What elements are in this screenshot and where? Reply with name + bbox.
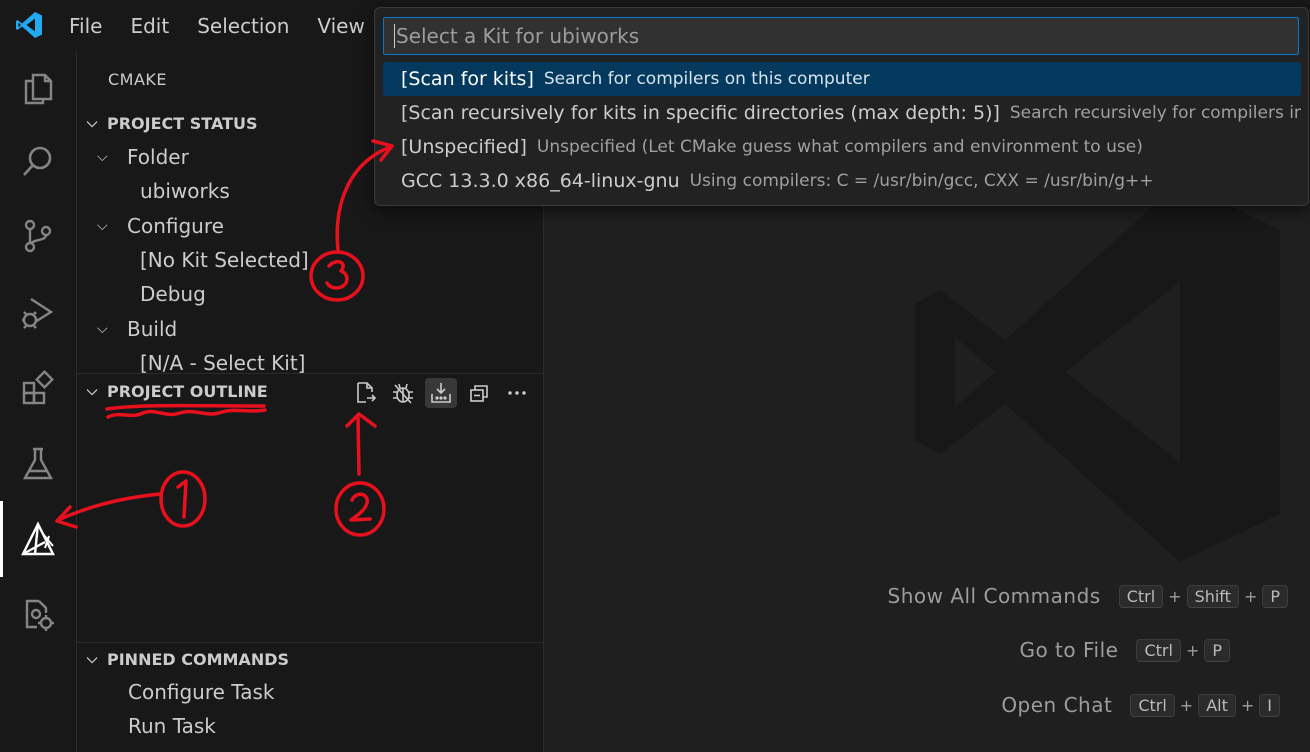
kit-option-description: Search for compilers on this computer bbox=[543, 69, 870, 89]
tree-item-configure[interactable]: ⌵ Configure bbox=[97, 209, 224, 243]
pinned-item-label: Configure Task bbox=[128, 680, 275, 704]
key-cap: I bbox=[1259, 693, 1280, 717]
menu-file[interactable]: File bbox=[55, 14, 116, 38]
build-label: Build bbox=[127, 317, 178, 341]
source-control-icon[interactable] bbox=[18, 216, 58, 256]
configure-label: Configure bbox=[127, 214, 224, 238]
kit-option-scan[interactable]: [Scan for kits] Search for compilers on … bbox=[383, 62, 1301, 96]
kit-search-placeholder: Select a Kit for ubiworks bbox=[396, 24, 640, 48]
text-caret bbox=[394, 24, 395, 48]
chevron-down-icon: ⌵ bbox=[86, 115, 98, 131]
shortcut-go-to-file: Go to File Ctrl + P bbox=[1019, 638, 1230, 662]
kit-option-description: Unspecified (Let CMake guess what compil… bbox=[536, 137, 1143, 157]
shortcut-label: Show All Commands bbox=[887, 584, 1101, 608]
collapse-all-button[interactable] bbox=[463, 378, 495, 408]
clean-reconfigure-button[interactable] bbox=[387, 378, 419, 408]
kit-option-label: [Scan for kits] bbox=[401, 68, 534, 90]
configure-all-button[interactable] bbox=[349, 378, 381, 408]
kit-quick-pick: Select a Kit for ubiworks [Scan for kits… bbox=[374, 7, 1309, 206]
project-status-title: PROJECT STATUS bbox=[107, 113, 258, 133]
pinned-commands-header[interactable]: ⌵ PINNED COMMANDS bbox=[77, 644, 544, 674]
shortcut-show-all-commands: Show All Commands Ctrl + Shift + P bbox=[887, 584, 1288, 608]
tree-item-build-target[interactable]: [N/A - Select Kit] bbox=[140, 346, 306, 380]
build-value: [N/A - Select Kit] bbox=[140, 351, 306, 375]
vscode-logo-icon bbox=[16, 12, 42, 38]
kit-option-description: Using compilers: C = /usr/bin/gcc, CXX =… bbox=[689, 171, 1154, 191]
cmake-icon[interactable] bbox=[18, 519, 58, 559]
outline-toolbar bbox=[349, 378, 533, 408]
key-cap: Ctrl bbox=[1118, 584, 1164, 608]
pinned-item-run-task[interactable]: Run Task bbox=[128, 709, 216, 743]
key-cap: Ctrl bbox=[1136, 638, 1181, 662]
plus-sign: + bbox=[1240, 695, 1255, 715]
kit-option-scan-recursive[interactable]: [Scan recursively for kits in specific d… bbox=[383, 96, 1301, 130]
kit-option-unspecified[interactable]: [Unspecified] Unspecified (Let CMake gue… bbox=[383, 130, 1301, 164]
tree-item-build[interactable]: ⌵ Build bbox=[97, 312, 177, 346]
run-debug-icon[interactable] bbox=[18, 292, 58, 332]
search-icon[interactable] bbox=[18, 142, 58, 182]
collapse-all-icon bbox=[470, 385, 488, 402]
shortcut-open-chat: Open Chat Ctrl + Alt + I bbox=[1001, 693, 1280, 717]
plus-sign: + bbox=[1179, 695, 1194, 715]
build-download-icon bbox=[431, 383, 451, 403]
bug-icon bbox=[393, 383, 413, 404]
key-cap: P bbox=[1204, 638, 1230, 662]
plus-sign: + bbox=[1243, 586, 1258, 606]
menu-view[interactable]: View bbox=[303, 14, 378, 38]
explorer-icon[interactable] bbox=[18, 68, 58, 108]
menu-selection[interactable]: Selection bbox=[183, 14, 303, 38]
section-divider bbox=[77, 642, 544, 643]
vscode-watermark-icon bbox=[915, 182, 1280, 562]
kit-option-label: GCC 13.3.0 x86_64-linux-gnu bbox=[401, 170, 680, 192]
tree-item-folder[interactable]: ⌵ Folder bbox=[97, 140, 189, 174]
menu-bar: File Edit Selection View bbox=[55, 0, 379, 52]
plus-sign: + bbox=[1168, 586, 1182, 606]
chevron-down-icon: ⌵ bbox=[97, 218, 108, 234]
remote-settings-icon[interactable] bbox=[18, 594, 58, 634]
pinned-item-label: Run Task bbox=[128, 714, 216, 738]
shortcut-label: Open Chat bbox=[1001, 693, 1113, 717]
kit-option-gcc[interactable]: GCC 13.3.0 x86_64-linux-gnu Using compil… bbox=[383, 164, 1301, 198]
pinned-item-configure-task[interactable]: Configure Task bbox=[128, 675, 274, 709]
section-divider bbox=[77, 373, 544, 374]
menu-edit[interactable]: Edit bbox=[116, 14, 183, 38]
tree-item-kit[interactable]: [No Kit Selected] bbox=[140, 243, 309, 277]
chevron-down-icon: ⌵ bbox=[86, 383, 98, 399]
key-cap: Ctrl bbox=[1130, 693, 1175, 717]
sidebar-title: CMAKE bbox=[108, 70, 168, 89]
shortcut-label: Go to File bbox=[1019, 638, 1119, 662]
tree-item-folder-value[interactable]: ubiworks bbox=[140, 174, 230, 208]
key-cap: Shift bbox=[1186, 584, 1239, 608]
folder-label: Folder bbox=[127, 145, 189, 169]
active-indicator bbox=[0, 501, 3, 577]
chevron-down-icon: ⌵ bbox=[97, 149, 108, 165]
kit-option-label: [Scan recursively for kits in specific d… bbox=[401, 102, 1000, 124]
kit-option-label: [Unspecified] bbox=[401, 136, 527, 158]
folder-value: ubiworks bbox=[140, 179, 230, 203]
kit-search-input[interactable]: Select a Kit for ubiworks bbox=[383, 17, 1299, 55]
extensions-icon[interactable] bbox=[18, 368, 58, 408]
project-outline-title: PROJECT OUTLINE bbox=[107, 381, 268, 401]
key-cap: P bbox=[1262, 584, 1288, 608]
tree-item-variant[interactable]: Debug bbox=[140, 277, 206, 311]
testing-icon[interactable] bbox=[18, 444, 58, 484]
pinned-commands-title: PINNED COMMANDS bbox=[107, 649, 290, 669]
variant-value: Debug bbox=[140, 282, 206, 306]
chevron-down-icon: ⌵ bbox=[97, 321, 108, 337]
activity-bar bbox=[0, 52, 77, 752]
kit-value: [No Kit Selected] bbox=[140, 248, 309, 272]
file-arrow-icon bbox=[357, 382, 377, 403]
build-all-button[interactable] bbox=[425, 378, 457, 408]
more-actions-button[interactable] bbox=[501, 378, 533, 408]
chevron-down-icon: ⌵ bbox=[86, 651, 98, 667]
ellipsis-icon bbox=[508, 391, 526, 395]
plus-sign: + bbox=[1185, 640, 1200, 660]
kit-option-description: Search recursively for compilers in … bbox=[1009, 103, 1301, 123]
key-cap: Alt bbox=[1198, 693, 1236, 717]
